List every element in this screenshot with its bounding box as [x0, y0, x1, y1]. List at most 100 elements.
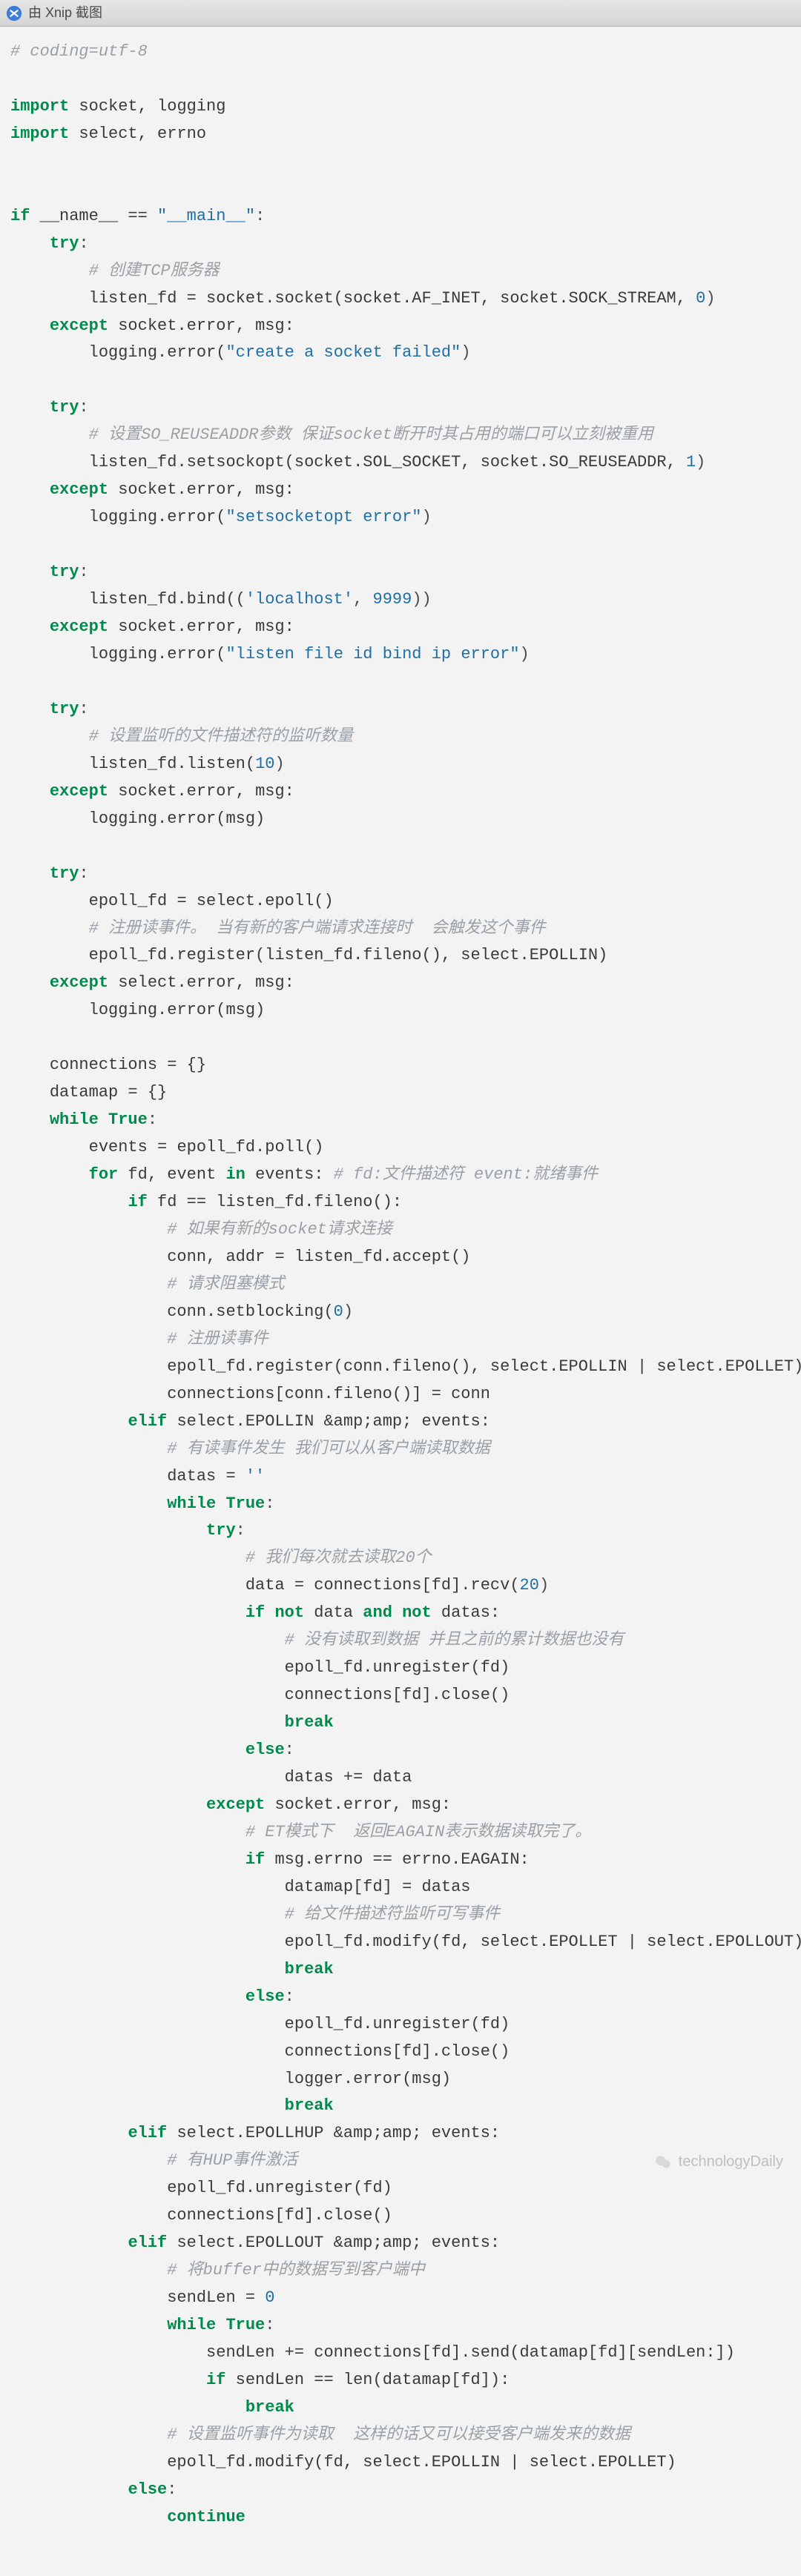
code-text: : — [236, 1521, 245, 1540]
code-str: 'localhost' — [245, 590, 353, 609]
xnip-app-icon — [6, 5, 22, 21]
kw-elif: elif — [128, 2124, 167, 2142]
kw-try: try — [50, 398, 79, 417]
code-comment: # 注册读事件 — [167, 1330, 268, 1348]
code-text: events = epoll_fd.poll() — [89, 1138, 324, 1156]
code-comment: # 设置监听事件为读取 这样的话又可以接受客户端发来的数据 — [167, 2426, 630, 2444]
code-text: )) — [412, 590, 431, 609]
kw-try: try — [206, 1521, 236, 1540]
code-text: logging.error(msg) — [89, 1001, 266, 1019]
code-comment: # 如果有新的socket请求连接 — [167, 1220, 392, 1239]
code-comment: # 给文件描述符监听可写事件 — [285, 1905, 500, 1924]
code-comment: # 有读事件发生 我们可以从客户端读取数据 — [167, 1440, 490, 1458]
code-text: datamap[fd] = datas — [285, 1878, 471, 1896]
code-text: listen_fd.setsockopt(socket.SOL_SOCKET, … — [89, 453, 686, 471]
code-text: socket.error, msg: — [265, 1795, 451, 1814]
code-text: epoll_fd.unregister(fd) — [167, 2179, 392, 2197]
code-text: socket.error, msg: — [108, 617, 294, 636]
code-comment: # 请求阻塞模式 — [167, 1275, 284, 1294]
code-text: : — [255, 207, 265, 225]
code-num: 10 — [255, 755, 274, 773]
code-num: 1 — [686, 453, 696, 471]
code-text: : — [148, 1110, 157, 1129]
code-text: ) — [705, 289, 715, 308]
code-text: sendLen = — [167, 2288, 265, 2307]
code-text: fd, event — [118, 1165, 225, 1184]
kw-true: True — [108, 1110, 148, 1129]
code-text: : — [167, 2480, 177, 2499]
code-text: epoll_fd.modify(fd, select.EPOLLET | sel… — [285, 1933, 801, 1951]
code-text: data = connections[fd].recv( — [245, 1576, 520, 1595]
code-text — [216, 2316, 225, 2334]
code-text: events: — [245, 1165, 334, 1184]
titlebar: 由 Xnip 截图 — [0, 0, 801, 27]
code-text: epoll_fd.register(listen_fd.fileno(), se… — [89, 946, 608, 964]
code-comment: # fd:文件描述符 event:就绪事件 — [334, 1165, 598, 1184]
kw-try: try — [50, 234, 79, 253]
code-text: ) — [422, 508, 432, 526]
code-text: ) — [343, 1302, 353, 1321]
code-text: socket.error, msg: — [108, 480, 294, 499]
kw-while: while — [167, 1494, 216, 1513]
code-comment: # coding=utf-8 — [10, 42, 148, 61]
titlebar-text: 由 Xnip 截图 — [28, 1, 102, 24]
code-text: ) — [274, 755, 284, 773]
code-text: select.EPOLLHUP &amp;amp; events: — [167, 2124, 500, 2142]
code-num: 9999 — [373, 590, 412, 609]
code-text: ) — [539, 1576, 549, 1595]
code-text: listen_fd = socket.socket(socket.AF_INET… — [89, 289, 696, 308]
kw-true: True — [225, 2316, 265, 2334]
kw-break: break — [285, 1960, 334, 1979]
code-text: connections[fd].close() — [285, 2042, 510, 2061]
kw-else: else — [245, 1987, 285, 2006]
code-text: datas: — [432, 1603, 500, 1622]
code-num: 0 — [265, 2288, 274, 2307]
code-text: : — [265, 2316, 274, 2334]
code-text: ) — [696, 453, 705, 471]
code-text: logging.error( — [89, 645, 226, 663]
kw-break: break — [285, 1713, 334, 1732]
code-str: "__main__" — [157, 207, 255, 225]
code-text: : — [79, 864, 88, 883]
kw-else: else — [128, 2480, 167, 2499]
kw-while: while — [167, 2316, 216, 2334]
code-text: connections[fd].close() — [167, 2206, 392, 2225]
kw-except: except — [206, 1795, 265, 1814]
code-text: logger.error(msg) — [285, 2070, 451, 2088]
kw-if: if — [10, 207, 30, 225]
code-text: select.error, msg: — [108, 973, 294, 992]
code-text: , — [353, 590, 372, 609]
code-text: epoll_fd.register(conn.fileno(), select.… — [167, 1357, 801, 1376]
code-num: 20 — [520, 1576, 539, 1595]
code-text: epoll_fd.unregister(fd) — [285, 2015, 510, 2033]
code-text: socket.error, msg: — [108, 317, 294, 335]
code-text: conn, addr = listen_fd.accept() — [167, 1248, 470, 1266]
code-text: ) — [461, 343, 470, 362]
code-comment: # 我们每次就去读取20个 — [245, 1549, 432, 1567]
kw-try: try — [50, 700, 79, 718]
code-text: data — [304, 1603, 363, 1622]
kw-else: else — [245, 1741, 285, 1759]
kw-break: break — [285, 2096, 334, 2115]
code-text: : — [79, 398, 88, 417]
kw-try: try — [50, 864, 79, 883]
code-text: : — [79, 563, 88, 581]
kw-if: if — [245, 1603, 265, 1622]
code-comment: # 注册读事件。 当有新的客户端请求连接时 会触发这个事件 — [89, 919, 546, 938]
code-text — [99, 1110, 108, 1129]
code-str: "setsocketopt error" — [225, 508, 421, 526]
code-text: select.EPOLLIN &amp;amp; events: — [167, 1412, 490, 1431]
kw-continue: continue — [167, 2508, 245, 2526]
code-text: : — [79, 234, 88, 253]
kw-if: if — [128, 1193, 147, 1211]
kw-not: not — [274, 1603, 304, 1622]
code-text: logging.error( — [89, 508, 226, 526]
code-text: sendLen == len(datamap[fd]): — [225, 2371, 510, 2389]
kw-if: if — [206, 2371, 225, 2389]
kw-not: not — [402, 1603, 432, 1622]
code-text: : — [285, 1987, 294, 2006]
code-comment: # 创建TCP服务器 — [89, 262, 220, 280]
kw-and: and — [363, 1603, 392, 1622]
code-text: epoll_fd = select.epoll() — [89, 892, 334, 910]
kw-import: import — [10, 97, 69, 116]
